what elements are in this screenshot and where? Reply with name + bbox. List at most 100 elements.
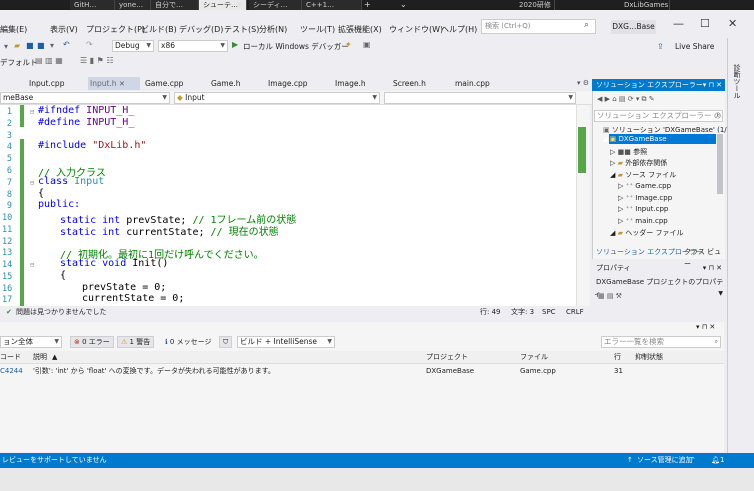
solution-toolbar-icons[interactable]: ◀ ▶ ⌂ ▤ ⟳ ▾ ⧉ ✎ <box>597 95 655 104</box>
tab-main-cpp[interactable]: main.cpp <box>453 77 498 90</box>
format-icon[interactable]: ▤ ▥ ▦ <box>35 56 63 65</box>
errors-filter-button[interactable]: ⊗ 0 エラー <box>70 336 114 348</box>
column-line[interactable]: 行 <box>614 351 621 364</box>
code-editor[interactable]: 1 2 3 4 5 6 7 8 9 10 11 12 13 14 15 16 1… <box>0 105 590 306</box>
taskbar-item[interactable]: 自分で… <box>151 0 199 10</box>
default-label[interactable]: デフォルト <box>0 57 38 68</box>
taskbar-item[interactable]: C++1… <box>302 0 362 10</box>
chevron-up-icon[interactable]: ⌃ <box>690 453 696 468</box>
scrollbar-thumb[interactable] <box>578 127 586 173</box>
maximize-icon[interactable]: ☐ <box>700 17 710 30</box>
undo-icon[interactable]: ↶ <box>63 40 70 49</box>
menu-tools[interactable]: ツール(T) <box>300 24 335 35</box>
taskbar-item[interactable]: yone… <box>115 0 151 10</box>
column-description[interactable]: 説明 <box>33 351 47 364</box>
error-search-input[interactable]: エラー一覧を検索 ⌕ <box>601 336 721 348</box>
tab-image-h[interactable]: Image.h <box>333 77 373 90</box>
fold-icon[interactable]: ⊟ <box>30 108 34 116</box>
search-input[interactable]: 検索 (Ctrl+Q) <box>481 19 596 34</box>
spacing-indicator[interactable]: SPC <box>542 306 556 318</box>
tree-item-source-files[interactable]: ◢ ▰ ソース ファイル <box>610 170 676 180</box>
tree-item-project[interactable]: ◢ ▣ DXGameBase <box>602 135 667 143</box>
configuration-select[interactable]: Debug ▼ <box>112 40 154 52</box>
member-scope-select[interactable]: ▼ <box>384 92 576 104</box>
tab-input-h[interactable]: Input.h ✕ <box>88 77 140 90</box>
tree-item-file[interactable]: ▷ ⁺⁺ main.cpp <box>618 217 668 225</box>
tab-image-cpp[interactable]: Image.cpp <box>266 77 316 90</box>
taskbar-item[interactable]: GitH… <box>70 0 115 10</box>
new-file-icon[interactable]: ▾ <box>4 42 8 51</box>
filter-icon[interactable]: ⛉ <box>219 336 233 348</box>
error-code[interactable]: C4244 <box>0 365 23 377</box>
new-tab-icon[interactable]: + <box>364 0 371 10</box>
column-code[interactable]: コード <box>0 351 21 364</box>
screen-icon[interactable]: ▣ <box>363 40 371 49</box>
menu-edit[interactable]: 編集(E) <box>0 24 27 35</box>
messages-filter-button[interactable]: ℹ 0 メッセージ <box>161 336 215 348</box>
issues-status[interactable]: 問題は見つかりませんでした <box>16 306 106 318</box>
diagnostics-tab[interactable]: 診断ツール <box>732 64 742 99</box>
type-scope-select[interactable]: ◆ Input ▼ <box>174 92 380 104</box>
table-row[interactable]: C4244 '引数': 'int' から 'float' への変換です。データが… <box>0 365 724 377</box>
save-icon[interactable]: ■ <box>26 41 34 50</box>
line-ending-indicator[interactable]: CRLF <box>566 306 584 318</box>
open-folder-icon[interactable]: ▰ <box>14 41 20 50</box>
menu-build[interactable]: ビルド(B) <box>141 24 177 35</box>
column-file[interactable]: ファイル <box>520 351 548 364</box>
tool-icon[interactable]: ✦ <box>345 40 352 49</box>
menu-view[interactable]: 表示(V) <box>50 24 78 35</box>
properties-toolbar-icons[interactable]: ▦ ▤ ⚒ <box>598 292 622 300</box>
menu-window[interactable]: ウィンドウ(W) <box>389 24 443 35</box>
tree-item-references[interactable]: ▷ ■■ 参照 <box>610 147 647 157</box>
solution-search-input[interactable]: ソリューション エクスプローラー の検索 (⌕ <box>594 110 723 122</box>
fold-icon[interactable]: ⊟ <box>30 261 34 269</box>
menu-debug[interactable]: デバッグ(D) <box>179 24 223 35</box>
column-project[interactable]: プロジェクト <box>426 351 468 364</box>
tree-item-file[interactable]: ▷ ⁺⁺ Input.cpp <box>618 205 668 213</box>
minimize-icon[interactable]: — <box>673 17 684 30</box>
close-icon[interactable]: ✕ <box>236 0 243 10</box>
source-control-button[interactable]: ソース管理に追加 <box>637 453 693 468</box>
error-scope-select[interactable]: ョン全体 ▼ <box>0 336 62 348</box>
tree-item-file[interactable]: ▷ ⁺⁺ Game.cpp <box>618 182 671 190</box>
menu-extensions[interactable]: 拡張機能(X) <box>338 24 382 35</box>
line-indicator[interactable]: 行: 49 <box>480 306 501 318</box>
live-share-icon[interactable]: ⇪ <box>657 42 664 51</box>
project-scope-select[interactable]: meBase ▼ <box>0 92 170 104</box>
comment-icon[interactable]: ☰ ▮ ⚑ ☷ <box>80 56 114 65</box>
menu-help[interactable]: ヘルプ(H) <box>441 24 477 35</box>
menu-test[interactable]: テスト(S) <box>224 24 259 35</box>
tree-item-external-deps[interactable]: ▷ ▰ 外部依存関係 <box>610 158 667 168</box>
taskbar-item[interactable]: 2020研修 <box>515 0 555 10</box>
play-icon[interactable]: ▶ <box>232 40 238 49</box>
run-debugger-button[interactable]: ローカル Windows デバッガー <box>243 41 349 52</box>
close-window-icon[interactable]: ✕ <box>728 17 737 30</box>
notification-icon[interactable]: 🔔︎ <box>711 453 720 468</box>
live-share-button[interactable]: Live Share <box>675 42 714 51</box>
platform-select[interactable]: x86 ▼ <box>158 40 228 52</box>
tab-game-cpp[interactable]: Game.cpp <box>143 77 198 90</box>
column-suppression[interactable]: 抑制状態 <box>635 351 663 364</box>
panel-controls[interactable]: ▾ ⊓ ✕ <box>703 262 722 274</box>
taskbar-item[interactable]: DxLibGames <box>620 0 670 10</box>
chevron-down-icon[interactable]: ⌄ <box>400 0 407 10</box>
warnings-filter-button[interactable]: ⚠ 1 警告 <box>117 336 155 348</box>
tree-item-file[interactable]: ▷ ⁺⁺ Image.cpp <box>618 194 672 202</box>
tab-input-cpp[interactable]: Input.cpp <box>27 77 85 90</box>
build-filter-select[interactable]: ビルド + IntelliSense ▼ <box>237 336 335 348</box>
close-icon[interactable]: ✕ <box>119 80 125 88</box>
save-all-icon[interactable]: ■ <box>37 41 45 50</box>
taskbar-item[interactable]: シーディ… <box>249 0 302 10</box>
panel-controls[interactable]: ▾ ⊓ ✕ <box>703 79 722 91</box>
panel-controls[interactable]: ▾ ⊓ ✕ <box>696 323 715 331</box>
tab-overflow-icon[interactable]: ▾ ⚙ <box>577 79 589 87</box>
properties-object-select[interactable]: DXGameBase プロジェクトのプロパティ ▼ <box>594 276 725 298</box>
solution-scrollbar[interactable] <box>717 134 723 194</box>
menu-project[interactable]: プロジェクト(P) <box>86 24 145 35</box>
tab-game-h[interactable]: Game.h <box>209 77 249 90</box>
search-icon[interactable]: ⌕ <box>584 20 589 30</box>
column-indicator[interactable]: 文字: 3 <box>511 306 534 318</box>
redo-icon[interactable]: ↷ <box>86 40 93 49</box>
tree-item-header-files[interactable]: ◢ ▰ ヘッダー ファイル <box>610 228 683 238</box>
fold-icon[interactable]: ⊟ <box>30 179 34 187</box>
